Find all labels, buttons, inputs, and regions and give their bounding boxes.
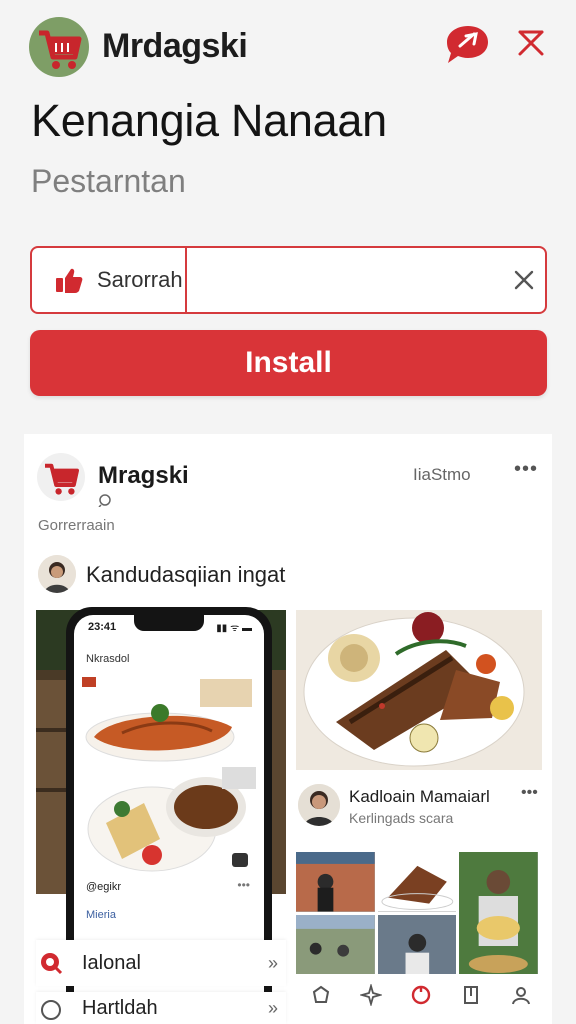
post-action-bar [296, 982, 546, 1012]
profile-subtitle: Kerlingads scara [349, 810, 454, 826]
thumbs-up-icon [56, 268, 83, 293]
search-category-button[interactable]: Sarorrah [32, 248, 187, 312]
list-item[interactable]: Ialonal » [36, 940, 286, 986]
list-item[interactable]: Hartldah » [36, 992, 286, 1024]
search-input[interactable] [186, 248, 503, 312]
collage-photo[interactable] [296, 914, 375, 974]
post-meta: IiaStmo [413, 465, 471, 484]
post-author[interactable]: Mragski [98, 462, 189, 490]
app-title: Mrdagski [102, 27, 248, 65]
install-button[interactable]: Install [30, 330, 547, 396]
page-subtitle: Pestarntan [31, 163, 186, 199]
photo-collage[interactable] [296, 852, 538, 974]
collage-photo[interactable] [377, 914, 457, 974]
phone-notch [134, 615, 204, 631]
search-category-label: Sarorrah [97, 267, 183, 292]
collage-photo[interactable] [377, 852, 457, 912]
cart-icon [39, 30, 82, 69]
phone-handle: @egikr [86, 881, 122, 893]
feed-post-card: Mragski IiaStmo ••• Gorrerraain Kandudas… [24, 434, 552, 1024]
bookmark-icon[interactable] [460, 984, 482, 1011]
avatar[interactable] [38, 555, 76, 593]
home-icon[interactable] [310, 984, 332, 1011]
phone-tab: Mieria [86, 909, 116, 921]
post-avatar[interactable] [37, 453, 85, 501]
explore-icon[interactable] [358, 982, 384, 1011]
profile-name[interactable]: Kadloain Mamaiarl [349, 787, 490, 807]
search-icon [38, 950, 64, 976]
food-image [82, 767, 256, 875]
post-photo-right[interactable] [296, 610, 542, 770]
search-bar: Sarorrah [30, 246, 547, 314]
phone-status-icons: ▮▮ ᯤ ▬ [216, 623, 252, 634]
pin-icon[interactable] [410, 984, 432, 1011]
food-image [82, 675, 256, 765]
avatar[interactable] [298, 784, 340, 826]
collage-photo[interactable] [459, 852, 538, 974]
app-logo [29, 17, 89, 77]
profile-icon[interactable] [510, 984, 532, 1011]
search-icon [38, 995, 64, 1021]
clock-icon [98, 493, 112, 512]
post-caption: Gorrerraain [38, 517, 115, 534]
more-icon: ••• [237, 878, 250, 892]
chevron-right-icon: » [267, 997, 278, 1018]
clear-icon[interactable] [503, 248, 545, 312]
comment-text: Kandudasqiian ingat [86, 562, 286, 587]
chevron-right-icon: » [267, 952, 278, 973]
page-title: Kenangia Nanaan [31, 95, 387, 146]
list-item-label: Hartldah [82, 996, 158, 1019]
phone-app-name: Nkrasdol [86, 653, 130, 665]
phone-time: 23:41 [88, 621, 117, 633]
list-item-label: Ialonal [82, 951, 141, 974]
more-icon[interactable]: ••• [514, 458, 538, 481]
collage-photo[interactable] [296, 852, 375, 912]
more-icon[interactable]: ••• [521, 784, 538, 802]
chat-icon[interactable] [444, 22, 490, 71]
close-icon[interactable] [516, 28, 546, 63]
cart-icon [45, 463, 79, 495]
